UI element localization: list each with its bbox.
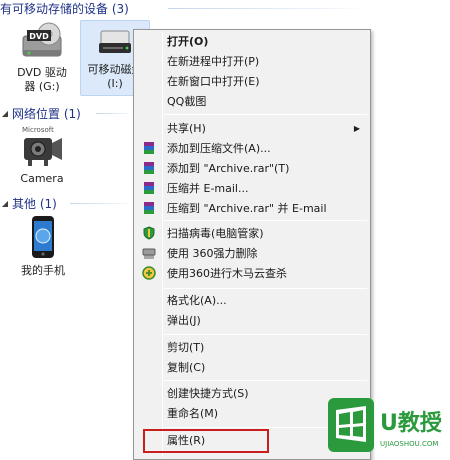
360-icon (136, 266, 162, 280)
group-title: 其他 (1) (12, 196, 57, 211)
group-divider (168, 8, 368, 9)
camera[interactable]: Microsoft Camera (12, 124, 72, 188)
menu-item-copy[interactable]: 复制(C) (136, 357, 368, 377)
shield-icon (136, 226, 162, 240)
camera-label: Camera (20, 172, 64, 185)
winrar-icon (136, 201, 162, 215)
my-phone[interactable]: 我的手机 (14, 214, 72, 280)
menu-item-add-to-archive[interactable]: 添加到压缩文件(A)... (136, 138, 368, 158)
menu-item-open[interactable]: 打开(O) (136, 31, 368, 51)
group-divider (96, 113, 132, 114)
menu-separator (164, 288, 367, 289)
menu-item-trojan-scan-360[interactable]: 使用360进行木马云查杀 (136, 263, 368, 283)
group-title: 有可移动存储的设备 (3) (0, 1, 129, 16)
dvd-drive[interactable]: DVD DVD 驱动 器 (G:) (8, 22, 76, 94)
winrar-icon (136, 181, 162, 195)
camera-icon-brand: Microsoft (22, 126, 54, 134)
watermark-brand: U教授 (380, 410, 443, 436)
menu-separator (164, 380, 367, 381)
properties-highlight-box (143, 429, 269, 453)
menu-separator (164, 334, 367, 335)
menu-item-force-delete-360[interactable]: 使用 360强力删除 (136, 243, 368, 263)
dvd-icon-label: DVD (29, 32, 49, 41)
collapse-arrow-icon[interactable]: ◢ (0, 199, 10, 208)
group-header-removable[interactable]: 有可移动存储的设备 (3) (0, 0, 129, 16)
menu-item-eject[interactable]: 弹出(J) (136, 310, 368, 330)
menu-separator (164, 114, 367, 115)
submenu-arrow-icon: ▶ (353, 123, 360, 133)
group-title: 网络位置 (1) (12, 106, 81, 121)
menu-separator (164, 220, 367, 221)
dvd-drive-icon: DVD (19, 22, 65, 66)
group-divider (70, 203, 132, 204)
menu-item-format[interactable]: 格式化(A)... (136, 290, 368, 310)
ujiaoshou-watermark: U教授 UJIAOSHOU.COM (326, 392, 450, 460)
dvd-drive-label: DVD 驱动 器 (G:) (17, 66, 67, 93)
group-header-network[interactable]: ◢ 网络位置 (1) (0, 105, 81, 121)
group-header-other[interactable]: ◢ 其他 (1) (0, 195, 57, 211)
watermark-url: UJIAOSHOU.COM (380, 440, 438, 448)
menu-item-scan-virus[interactable]: 扫描病毒(电脑管家) (136, 223, 368, 243)
phone-icon (23, 214, 63, 264)
menu-item-compress-email[interactable]: 压缩并 E-mail... (136, 178, 368, 198)
menu-item-open-new-window[interactable]: 在新窗口中打开(E) (136, 71, 368, 91)
winrar-icon (136, 141, 162, 155)
menu-item-cut[interactable]: 剪切(T) (136, 337, 368, 357)
winrar-icon (136, 161, 162, 175)
removable-disk-icon (93, 25, 137, 63)
menu-item-qq-screenshot[interactable]: QQ截图 (136, 91, 368, 111)
menu-item-share[interactable]: 共享(H) ▶ (136, 118, 368, 138)
phone-label: 我的手机 (21, 264, 65, 277)
menu-item-compress-rar-email[interactable]: 压缩到 "Archive.rar" 并 E-mail (136, 198, 368, 218)
menu-item-open-new-process[interactable]: 在新进程中打开(P) (136, 51, 368, 71)
collapse-arrow-icon[interactable]: ◢ (0, 109, 10, 118)
menu-item-add-to-archive-rar[interactable]: 添加到 "Archive.rar"(T) (136, 158, 368, 178)
shredder-icon (136, 246, 162, 260)
camera-icon: Microsoft (18, 124, 66, 172)
